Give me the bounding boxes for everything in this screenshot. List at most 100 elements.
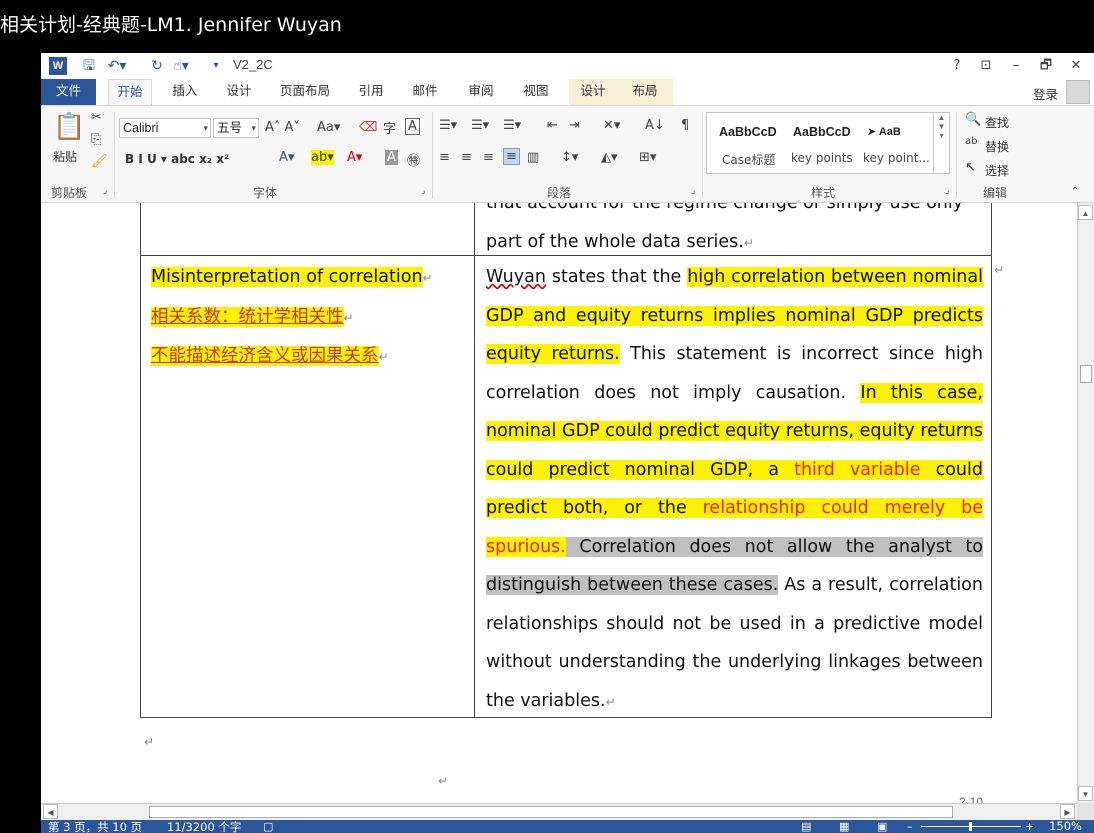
tab-table-design[interactable]: 设计 [569, 79, 617, 105]
format-painter-icon[interactable]: 🖌 [91, 154, 108, 169]
find-button[interactable]: 查找 [985, 114, 1009, 131]
redo-icon[interactable]: ↻ [147, 56, 167, 76]
text-effects-icon[interactable]: A▾ [279, 150, 294, 165]
bullets-icon[interactable]: ☰▾ [439, 118, 457, 133]
status-word-count[interactable]: 11/3200 个字 [167, 819, 241, 833]
restore-icon[interactable]: 🗗 [1035, 56, 1057, 76]
tab-table-layout[interactable]: 布局 [617, 79, 673, 105]
tab-references[interactable]: 引用 [349, 79, 393, 105]
tab-file[interactable]: 文件 [41, 79, 96, 105]
scroll-down-icon[interactable]: ▼ [1078, 786, 1093, 801]
chinese-layout-icon[interactable]: ✕▾ [603, 118, 620, 133]
char-border-icon[interactable]: A [405, 118, 420, 135]
multilevel-list-icon[interactable]: ☰▾ [503, 118, 521, 133]
help-icon[interactable]: ? [946, 56, 968, 76]
style-key-points-sample[interactable]: AaBbCcD [793, 125, 851, 139]
replace-icon[interactable]: ab [965, 136, 977, 147]
save-icon[interactable]: 🖫 [79, 56, 99, 76]
undo-icon[interactable]: ↶▾ [107, 56, 127, 76]
status-page-count[interactable]: 第 3 页，共 10 页 [48, 819, 142, 833]
tab-review[interactable]: 审阅 [459, 79, 503, 105]
replace-button[interactable]: 替换 [985, 138, 1009, 155]
print-layout-icon[interactable]: ▦ [839, 820, 849, 833]
find-icon[interactable]: 🔍 [965, 112, 981, 127]
login-link[interactable]: 登录 [1033, 84, 1058, 103]
close-icon[interactable]: ✕ [1065, 56, 1087, 76]
increase-indent-icon[interactable]: ⇥ [569, 118, 580, 133]
tab-view[interactable]: 视图 [514, 79, 558, 105]
highlight-icon[interactable]: ab▾ [311, 150, 334, 165]
read-mode-icon[interactable]: ▤ [801, 820, 811, 833]
web-layout-icon[interactable]: ▣ [877, 820, 887, 833]
scroll-left-icon[interactable]: ◀ [43, 804, 58, 819]
collapse-ribbon-icon[interactable]: ⌃ [1071, 186, 1079, 197]
horizontal-scrollbar[interactable]: ◀ ▶ [41, 803, 1077, 820]
document-area: that account for the regime change or si… [41, 203, 1077, 803]
zoom-in-icon[interactable]: + [1025, 820, 1034, 833]
numbering-icon[interactable]: ☰▾ [471, 118, 489, 133]
ribbon-display-options-icon[interactable]: ⊡ [975, 56, 997, 76]
select-button[interactable]: 选择 [985, 162, 1009, 179]
customize-qat-icon[interactable]: ▾ [206, 56, 226, 76]
previous-row-cell[interactable]: that account for the regime change or si… [486, 203, 981, 262]
font-name-combo[interactable]: Calibri ▾ [119, 118, 211, 138]
font-format-buttons[interactable]: B I U ▾ abc x₂ x² [125, 152, 229, 166]
align-left-icon[interactable]: ≡ [439, 150, 450, 165]
shading-icon[interactable]: ◭▾ [601, 150, 618, 165]
avatar[interactable] [1066, 80, 1090, 104]
distributed-icon[interactable]: ▥ [527, 150, 539, 165]
zoom-slider[interactable] [921, 822, 1021, 831]
minimize-icon[interactable]: – [1005, 56, 1027, 76]
document-page[interactable]: that account for the regime change or si… [41, 203, 1077, 803]
paragraph-launcher-icon[interactable]: ⌟ [691, 186, 695, 196]
ribbon: 📋 粘贴 ✂ ⎘ 🖌 剪贴板 ⌟ Calibri ▾ 五号 ▾ A˄ A˅ Aa▾ … [41, 105, 1094, 203]
phonetic-guide-icon[interactable]: 字 [383, 118, 396, 137]
styles-launcher-icon[interactable]: ⌟ [945, 186, 949, 196]
cut-icon[interactable]: ✂ [91, 110, 102, 125]
font-group-label: 字体 [253, 186, 278, 200]
scroll-right-icon[interactable]: ▶ [1060, 804, 1075, 819]
decrease-indent-icon[interactable]: ⇤ [547, 118, 558, 133]
zoom-level[interactable]: 150% [1049, 819, 1082, 833]
clipboard-launcher-icon[interactable]: ⌟ [103, 186, 107, 196]
tab-home[interactable]: 开始 [108, 79, 152, 105]
align-right-icon[interactable]: ≡ [483, 150, 494, 165]
font-color-icon[interactable]: A▾ [347, 150, 362, 165]
line-spacing-icon[interactable]: ↕▾ [561, 150, 578, 165]
tab-design[interactable]: 设计 [217, 79, 261, 105]
style-key-point-sample[interactable]: ➤ AaB [867, 125, 901, 138]
show-marks-icon[interactable]: ¶ [681, 118, 689, 133]
style-gallery-scroll[interactable]: ▲ ▼ ▾ [933, 113, 949, 173]
table-cell-explanation[interactable]: Wuyan states that the high correlation b… [486, 258, 984, 721]
grow-font-icon[interactable]: A˄ A˅ [265, 120, 300, 135]
table-cell-topic[interactable]: Misinterpretation of correlation↵ 相关系数：统… [151, 258, 471, 377]
vertical-scroll-thumb[interactable] [1080, 365, 1092, 383]
copy-icon[interactable]: ⎘ [91, 132, 101, 147]
zoom-slider-knob[interactable] [969, 822, 972, 831]
justify-icon[interactable]: ≡ [503, 148, 520, 165]
status-bar: 第 3 页，共 10 页 11/3200 个字 ▢ ▤ ▦ ▣ – + 150% [41, 819, 1094, 833]
vertical-scrollbar[interactable]: ▲ ▼ [1077, 203, 1094, 803]
char-shading-icon[interactable]: A [385, 150, 398, 165]
paste-label[interactable]: 粘贴 [53, 148, 77, 165]
horizontal-scroll-thumb[interactable] [149, 806, 953, 818]
paste-icon[interactable]: 📋 [53, 112, 85, 142]
enclose-char-icon[interactable]: ㊕ [407, 150, 420, 169]
touch-mode-icon[interactable]: ☝▾ [171, 56, 191, 76]
zoom-out-icon[interactable]: – [907, 820, 913, 833]
style-case-title-sample[interactable]: AaBbCcD [719, 125, 777, 139]
tab-page-layout[interactable]: 页面布局 [273, 79, 337, 105]
font-launcher-icon[interactable]: ⌟ [421, 186, 425, 196]
style-gallery[interactable]: AaBbCcD AaBbCcD ➤ AaB Case标题 key points … [706, 112, 950, 174]
sort-icon[interactable]: A↓ [645, 118, 665, 133]
tab-mailings[interactable]: 邮件 [403, 79, 447, 105]
select-icon[interactable]: ↖ [965, 160, 976, 175]
scroll-up-icon[interactable]: ▲ [1078, 205, 1093, 220]
proofing-icon[interactable]: ▢ [263, 820, 273, 833]
change-case-icon[interactable]: Aa▾ [317, 120, 340, 135]
font-size-combo[interactable]: 五号 ▾ [213, 118, 259, 138]
tab-insert[interactable]: 插入 [163, 79, 207, 105]
borders-icon[interactable]: ⊞▾ [639, 150, 656, 165]
align-center-icon[interactable]: ≡ [461, 150, 472, 165]
clear-formatting-icon[interactable]: ⌫ [359, 120, 377, 135]
